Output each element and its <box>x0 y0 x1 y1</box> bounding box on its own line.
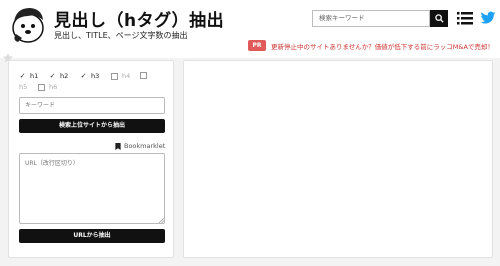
page-title: 見出し（hタグ）抽出 <box>54 11 225 31</box>
search-icon <box>434 14 444 23</box>
checkbox-label: h4 <box>122 72 131 80</box>
checkbox-box <box>111 72 118 80</box>
search-extract-button[interactable]: 検索上位サイトから抽出 <box>19 119 165 133</box>
twitter-icon[interactable] <box>480 10 496 26</box>
check-icon: ✓ <box>49 71 56 80</box>
search-input[interactable] <box>312 10 430 27</box>
mascot-logo[interactable] <box>8 4 48 44</box>
extract-form-panel: ✓ h1 ✓ h2 ✓ h3 h4 h5 h6 検索上位サイトから抽出 Book… <box>8 60 174 258</box>
keyword-input[interactable] <box>19 97 165 114</box>
checkbox-h5-box[interactable] <box>140 72 151 79</box>
checkbox-label: h1 <box>30 72 39 80</box>
checkbox-label: h3 <box>91 72 100 80</box>
check-icon: ✓ <box>19 71 26 80</box>
bookmarklet-label: Bookmarklet <box>124 142 166 150</box>
page-subtitle: 見出し、TITLE、ページ文字数の抽出 <box>54 31 188 40</box>
resize-grip-icon[interactable] <box>158 217 164 223</box>
pr-link[interactable]: 更新停止中のサイトありませんか？価値が低下する前にラッコM&Aで売却！ <box>271 41 494 51</box>
checkbox-h5[interactable]: h5 <box>19 83 27 91</box>
url-textarea[interactable] <box>19 153 165 224</box>
checkbox-h6[interactable]: h6 <box>38 83 57 91</box>
url-extract-button[interactable]: URLから抽出 <box>19 229 165 243</box>
checkbox-label: h5 <box>19 83 28 91</box>
pr-badge: PR <box>248 40 266 51</box>
checkbox-h3[interactable]: ✓ h3 <box>80 71 100 80</box>
bookmark-icon <box>115 142 121 150</box>
checkbox-box <box>38 83 45 91</box>
checkbox-label: h2 <box>60 72 69 80</box>
checkbox-box <box>140 72 147 79</box>
check-icon: ✓ <box>80 71 87 80</box>
checkbox-h1[interactable]: ✓ h1 <box>19 71 39 80</box>
results-panel <box>183 60 493 258</box>
checkbox-h4[interactable]: h4 <box>111 72 130 80</box>
list-menu-icon[interactable] <box>457 11 473 25</box>
checkbox-label: h6 <box>49 83 58 91</box>
bookmarklet-link[interactable]: Bookmarklet <box>115 142 165 150</box>
search-button[interactable] <box>430 10 448 27</box>
checkbox-h2[interactable]: ✓ h2 <box>49 71 69 80</box>
